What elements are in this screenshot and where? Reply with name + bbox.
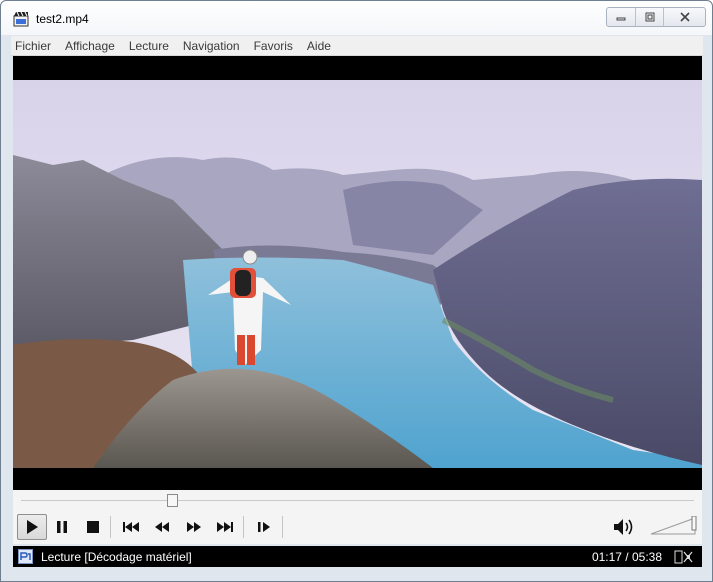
window-controls	[606, 7, 706, 27]
frame-step-button[interactable]	[249, 514, 279, 540]
player-window: test2.mp4 Fichier Affichage Lecture Navi…	[0, 0, 713, 582]
menu-bar: Fichier Affichage Lecture Navigation Fav…	[11, 36, 703, 56]
skip-next-button[interactable]	[210, 514, 240, 540]
separator	[282, 516, 283, 538]
rewind-button[interactable]	[147, 514, 177, 540]
clapperboard-icon	[13, 11, 29, 27]
status-bar: Lecture [Décodage matériel] 01:17 / 05:3…	[13, 546, 702, 567]
menu-navigation[interactable]: Navigation	[183, 39, 240, 53]
video-info-icon[interactable]	[674, 550, 694, 564]
video-area[interactable]	[13, 56, 702, 490]
volume-slider[interactable]	[649, 516, 697, 536]
playback-controls	[13, 512, 702, 544]
close-icon	[679, 12, 690, 22]
pause-icon	[57, 521, 67, 533]
separator	[110, 516, 111, 538]
app-status-icon	[18, 549, 33, 564]
menu-lecture[interactable]: Lecture	[129, 39, 169, 53]
menu-favoris[interactable]: Favoris	[254, 39, 293, 53]
maximize-button[interactable]	[635, 8, 663, 26]
fast-forward-icon	[187, 522, 201, 532]
menu-fichier[interactable]: Fichier	[15, 39, 51, 53]
fast-forward-button[interactable]	[179, 514, 209, 540]
seek-track[interactable]	[21, 500, 694, 501]
frame-step-icon	[258, 522, 270, 532]
minimize-button[interactable]	[607, 8, 635, 26]
status-text: Lecture [Décodage matériel]	[41, 550, 192, 564]
seek-bar[interactable]	[13, 490, 702, 512]
menu-affichage[interactable]: Affichage	[65, 39, 115, 53]
pause-button[interactable]	[47, 514, 77, 540]
minimize-icon	[616, 17, 626, 21]
volume-thumb[interactable]	[691, 516, 697, 531]
skip-previous-icon	[123, 522, 139, 532]
video-frame	[13, 80, 702, 468]
close-button[interactable]	[663, 8, 705, 26]
seek-thumb[interactable]	[167, 494, 179, 507]
maximize-icon	[645, 12, 654, 22]
skip-next-icon	[217, 522, 233, 532]
stop-icon	[87, 521, 99, 533]
speaker-icon	[614, 519, 633, 535]
skip-previous-button[interactable]	[116, 514, 146, 540]
window-title: test2.mp4	[36, 12, 89, 26]
mute-button[interactable]	[609, 514, 639, 540]
play-icon	[27, 520, 38, 534]
rewind-icon	[155, 522, 169, 532]
title-bar[interactable]: test2.mp4	[1, 1, 712, 35]
separator	[243, 516, 244, 538]
time-readout: 01:17 / 05:38	[591, 550, 662, 564]
stop-button[interactable]	[78, 514, 108, 540]
play-button[interactable]	[17, 514, 47, 540]
menu-aide[interactable]: Aide	[307, 39, 331, 53]
